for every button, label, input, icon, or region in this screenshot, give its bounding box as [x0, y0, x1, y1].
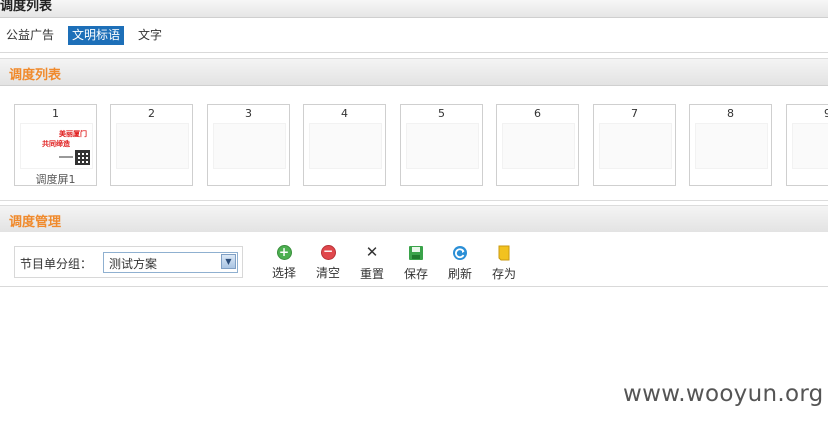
save-as-button[interactable]: 存为: [484, 245, 524, 282]
screen-card-2[interactable]: 2: [110, 104, 193, 186]
screen-thumbnail: [792, 123, 828, 169]
tab-bar: 公益广告 文明标语 文字: [0, 18, 828, 53]
screen-card-8[interactable]: 8: [689, 104, 772, 186]
schedule-management-header: 调度管理: [0, 205, 828, 233]
screen-card-5[interactable]: 5: [400, 104, 483, 186]
screen-number: 9: [787, 107, 828, 120]
watermark-text: www.wooyun.org: [623, 381, 824, 407]
screen-list: 1 美丽厦门 共同缔造 调度屏1 2 3 4 5 6 7 8 9: [0, 85, 828, 201]
minus-icon: −: [320, 245, 336, 260]
plus-icon: +: [276, 245, 292, 260]
screen-thumbnail: [406, 123, 479, 169]
screen-number: 4: [341, 107, 348, 120]
screen-card-9[interactable]: 9: [786, 104, 828, 186]
screen-thumbnail: [695, 123, 768, 169]
refresh-button[interactable]: 刷新: [440, 245, 480, 282]
refresh-icon: [452, 245, 468, 261]
ad-text-line2: 共同缔造: [42, 140, 70, 148]
screen-number: 6: [534, 107, 541, 120]
screen-number: 7: [631, 107, 638, 120]
save-as-label: 存为: [491, 267, 516, 281]
reset-button[interactable]: ✕ 重置: [352, 245, 392, 282]
program-group-box: 节目单分组： 测试方案 ▼: [14, 246, 243, 278]
page-title: 调度列表: [0, 0, 53, 14]
top-title-bar: 调度列表: [0, 0, 828, 18]
screen-thumbnail: [116, 123, 189, 169]
refresh-label: 刷新: [447, 267, 472, 281]
screen-caption: 调度屏1: [35, 173, 76, 186]
save-button[interactable]: 保存: [396, 245, 436, 282]
floppy-disk-icon: [408, 245, 424, 261]
program-group-select[interactable]: 测试方案 ▼: [103, 252, 238, 273]
clear-button[interactable]: − 清空: [308, 245, 348, 281]
tab-text[interactable]: 文字: [134, 26, 166, 45]
program-group-label: 节目单分组：: [20, 257, 93, 271]
tab-public-ads[interactable]: 公益广告: [2, 26, 58, 45]
qr-code-icon: [75, 150, 90, 165]
screen-thumbnail: [502, 123, 575, 169]
schedule-management-title: 调度管理: [9, 215, 62, 230]
screen-number: 8: [727, 107, 734, 120]
screen-card-6[interactable]: 6: [496, 104, 579, 186]
ad-small-text: [59, 156, 73, 158]
ad-text-line1: 美丽厦门: [59, 130, 87, 138]
reset-label: 重置: [359, 267, 384, 281]
screen-number: 2: [148, 107, 155, 120]
screen-thumbnail: [213, 123, 286, 169]
tab-civility-slogans[interactable]: 文明标语: [68, 26, 125, 45]
screen-thumbnail: 美丽厦门 共同缔造: [20, 123, 93, 169]
screen-card-3[interactable]: 3: [207, 104, 290, 186]
close-icon: ✕: [365, 243, 379, 261]
note-icon: [496, 245, 512, 261]
select-button[interactable]: + 选择: [264, 245, 304, 281]
select-label: 选择: [271, 266, 296, 280]
save-label: 保存: [403, 267, 428, 281]
screen-number: 1: [52, 107, 59, 120]
screen-card-1[interactable]: 1 美丽厦门 共同缔造 调度屏1: [14, 104, 97, 186]
screen-card-4[interactable]: 4: [303, 104, 386, 186]
management-toolbar: 节目单分组： 测试方案 ▼ + 选择 − 清空 ✕ 重置 保存 刷新 存为: [0, 232, 828, 287]
screen-thumbnail: [309, 123, 382, 169]
program-group-value: 测试方案: [109, 257, 158, 271]
chevron-down-icon[interactable]: ▼: [221, 254, 236, 269]
screen-number: 5: [438, 107, 445, 120]
clear-label: 清空: [315, 266, 340, 280]
schedule-list-title: 调度列表: [9, 68, 62, 83]
screen-thumbnail: [599, 123, 672, 169]
screen-card-7[interactable]: 7: [593, 104, 676, 186]
screen-number: 3: [245, 107, 252, 120]
schedule-list-header: 调度列表: [0, 58, 828, 86]
